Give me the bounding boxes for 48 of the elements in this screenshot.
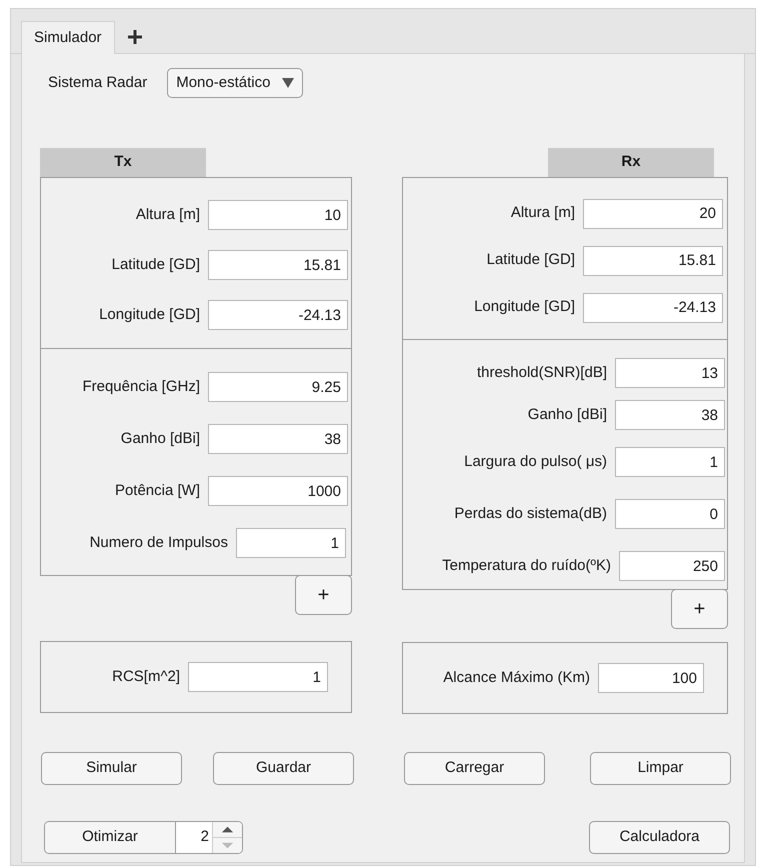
add-tab-icon[interactable] <box>126 28 143 44</box>
field-label: Latitude [GD] <box>110 254 200 275</box>
input-field[interactable]: -24.13 <box>583 292 723 322</box>
field-label: threshold(SNR)[dB] <box>476 362 607 383</box>
button[interactable]: Limpar <box>590 752 731 785</box>
input-field[interactable]: 15.81 <box>583 246 723 276</box>
input-field[interactable]: 0 <box>615 499 725 529</box>
field-label: Altura [m] <box>510 203 575 224</box>
field-label: Ganho [dBi] <box>120 428 200 449</box>
field-label: Largura do pulso( μs) <box>463 452 607 472</box>
field-label: Ganho [dBi] <box>526 404 607 425</box>
panel-header: Tx <box>40 148 206 177</box>
input-field[interactable]: -24.13 <box>208 300 348 330</box>
input-field[interactable]: 10 <box>208 200 348 230</box>
input-field[interactable]: 250 <box>619 551 725 581</box>
field-label: Latitude [GD] <box>486 250 575 270</box>
field-label: Alcance Máximo (Km) <box>442 668 590 688</box>
field-label: Frequência [GHz] <box>81 376 200 397</box>
field-label: Longitude [GD] <box>98 304 200 325</box>
field-label: Sistema Radar <box>48 72 148 93</box>
field-label: Potência [W] <box>114 480 200 501</box>
button[interactable]: Simular <box>41 752 182 785</box>
input-field[interactable]: 38 <box>615 400 725 430</box>
button[interactable]: Guardar <box>213 752 354 785</box>
input-field[interactable]: 100 <box>598 663 704 693</box>
add-button[interactable]: + <box>671 589 728 629</box>
input-field[interactable]: 1 <box>188 662 328 692</box>
field-label: Altura [m] <box>134 204 200 225</box>
field-label: Perdas do sistema(dB) <box>453 504 607 524</box>
field-label: Longitude [GD] <box>473 297 575 318</box>
button[interactable]: Carregar <box>404 752 545 785</box>
field-label: Temperatura do ruído(ºK) <box>441 556 611 576</box>
input-field[interactable]: 15.81 <box>208 250 348 280</box>
panel-header: Rx <box>548 148 714 177</box>
tab[interactable]: Simulador <box>21 21 115 54</box>
input-field[interactable]: 9.25 <box>208 372 348 402</box>
calculator-button[interactable]: Calculadora <box>589 821 730 854</box>
dropdown[interactable]: Mono-estático <box>167 68 304 98</box>
field-label: RCS[m^2] <box>111 666 180 687</box>
input-field[interactable]: 1 <box>615 447 725 477</box>
field-label: Numero de Impulsos <box>88 532 228 553</box>
add-button[interactable]: + <box>295 575 352 615</box>
caret-icon <box>282 78 294 88</box>
input-field[interactable]: 20 <box>583 198 723 228</box>
input-field[interactable]: 1 <box>236 528 346 558</box>
input-field[interactable]: 13 <box>615 358 725 388</box>
input-field[interactable]: 1000 <box>208 476 348 506</box>
input-field[interactable]: 38 <box>208 424 348 454</box>
